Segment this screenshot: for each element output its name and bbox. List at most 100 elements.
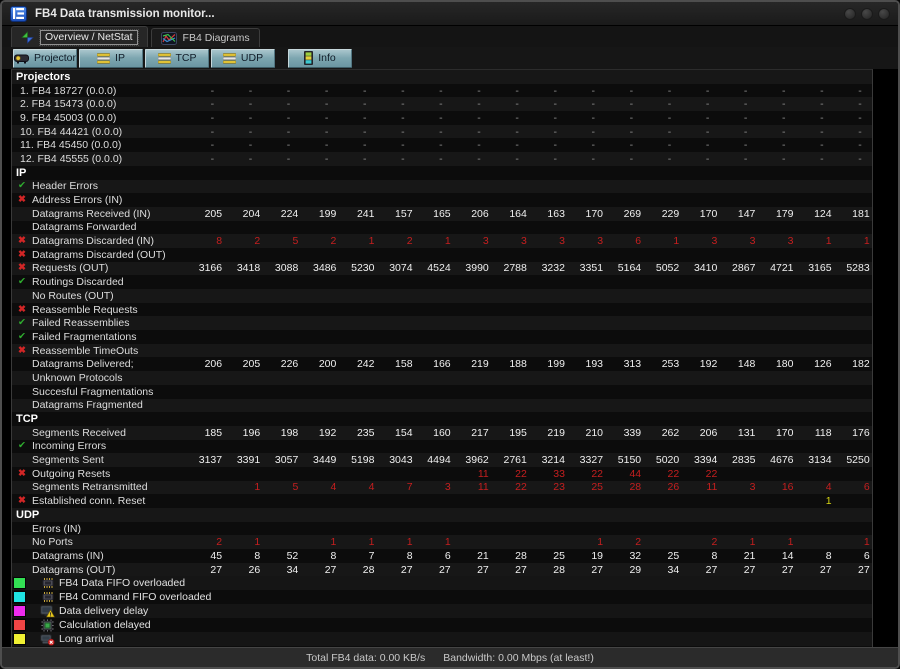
value-cell: 170 xyxy=(755,427,793,439)
tcp-button[interactable]: TCP xyxy=(145,49,209,68)
value-cell: - xyxy=(290,153,328,165)
value-cell: 181 xyxy=(832,208,870,220)
legend-label: Data delivery delay xyxy=(59,605,148,617)
value-cell: 21 xyxy=(451,550,489,562)
row-label: 2. FB4 15473 (0.0.0) xyxy=(12,98,176,110)
check-icon: ✔ xyxy=(18,181,32,191)
value-cell: 199 xyxy=(527,358,565,370)
value-cell: - xyxy=(405,85,443,97)
value-cell: - xyxy=(214,112,252,124)
value-cell: - xyxy=(786,85,824,97)
value-cell: - xyxy=(824,112,862,124)
stat-row: ✖Address Errors (IN) xyxy=(12,193,872,207)
value-cell: 3 xyxy=(489,235,527,247)
udp-button[interactable]: UDP xyxy=(211,49,275,68)
section-title: TCP xyxy=(12,413,38,425)
value-cell: 14 xyxy=(755,550,793,562)
tab-overview-netstat[interactable]: Overview / NetStat xyxy=(11,26,148,47)
info-button[interactable]: Info xyxy=(288,49,352,68)
value-cell: 28 xyxy=(489,550,527,562)
stat-row: Datagrams (OUT)2726342728272727272827293… xyxy=(12,563,872,577)
value-cell: 1 xyxy=(565,536,603,548)
value-cell: 226 xyxy=(260,358,298,370)
value-cell: 199 xyxy=(298,208,336,220)
value-cell: - xyxy=(328,85,366,97)
button-label: IP xyxy=(115,52,125,64)
value-cell: 27 xyxy=(832,564,870,576)
stat-row: ✖Reassemble Requests xyxy=(12,303,872,317)
value-cell: - xyxy=(824,139,862,151)
value-cell: 6 xyxy=(832,481,870,493)
stat-row: Datagrams Received (IN)20520422419924115… xyxy=(12,207,872,221)
value-cell: 2 xyxy=(603,536,641,548)
value-cell: 3134 xyxy=(794,454,832,466)
value-cell: 3 xyxy=(527,235,565,247)
stat-row: ✔Failed Reassemblies xyxy=(12,316,872,330)
value-cell: - xyxy=(176,139,214,151)
value-cell: - xyxy=(595,98,633,110)
value-cell: 176 xyxy=(832,427,870,439)
value-cell: 180 xyxy=(755,358,793,370)
minimize-button[interactable] xyxy=(844,8,856,20)
maximize-button[interactable] xyxy=(861,8,873,20)
row-label: 11. FB4 45450 (0.0.0) xyxy=(12,139,176,151)
value-cell: 4 xyxy=(298,481,336,493)
cpu-icon xyxy=(39,619,56,632)
title-bar[interactable]: FB4 Data transmission monitor... xyxy=(2,2,898,26)
value-cell: 16 xyxy=(755,481,793,493)
value-cell: - xyxy=(405,98,443,110)
value-cell: 8 xyxy=(184,235,222,247)
value-cell: - xyxy=(252,98,290,110)
legend-item: FB4 Data FIFO overloaded xyxy=(12,576,872,590)
value-cell: - xyxy=(443,112,481,124)
value-cell: - xyxy=(290,126,328,138)
value-cell: 3394 xyxy=(679,454,717,466)
value-cell: 4676 xyxy=(755,454,793,466)
legend-item: FB4 Command FIFO overloaded xyxy=(12,590,872,604)
value-cell: - xyxy=(557,126,595,138)
stat-row: Datagrams Fragmented xyxy=(12,399,872,413)
value-cell: 45 xyxy=(184,550,222,562)
value-cell: 8 xyxy=(222,550,260,562)
value-cell: 52 xyxy=(260,550,298,562)
ip-button[interactable]: IP xyxy=(79,49,143,68)
section-header: IP xyxy=(12,166,872,180)
value-cell: 2835 xyxy=(717,454,755,466)
button-label: UDP xyxy=(241,52,263,64)
stat-row: No Routes (OUT) xyxy=(12,289,872,303)
tab-fb4-diagrams[interactable]: FB4 Diagrams xyxy=(151,28,260,47)
row-label: Failed Reassemblies xyxy=(32,317,184,329)
value-cell: - xyxy=(671,139,709,151)
window-title: FB4 Data transmission monitor... xyxy=(35,8,215,20)
device-error-icon xyxy=(39,633,56,646)
legend-label: Long arrival xyxy=(59,633,114,645)
cross-icon: ✖ xyxy=(18,195,32,205)
value-cell: - xyxy=(405,112,443,124)
legend-item: Long arrival xyxy=(12,632,872,646)
status-bar: Total FB4 data: 0.00 KB/s Bandwidth: 0.0… xyxy=(2,647,898,667)
button-label: Projector xyxy=(34,52,76,64)
value-cell: - xyxy=(747,98,785,110)
value-cell: 3 xyxy=(413,481,451,493)
value-cell: 3 xyxy=(565,235,603,247)
value-cell: 1 xyxy=(717,536,755,548)
value-cell: - xyxy=(481,85,519,97)
value-cell: - xyxy=(671,153,709,165)
value-cell: 2867 xyxy=(717,262,755,274)
stat-row: ✔Routings Discarded xyxy=(12,275,872,289)
stat-row: No Ports211111122111 xyxy=(12,535,872,549)
projector-button[interactable]: Projector xyxy=(13,49,77,68)
value-cell: 5020 xyxy=(641,454,679,466)
legend-label: FB4 Command FIFO overloaded xyxy=(59,591,211,603)
value-cell: 1 xyxy=(374,536,412,548)
value-cell: 3088 xyxy=(260,262,298,274)
value-cell: - xyxy=(443,85,481,97)
stat-row: Datagrams Forwarded xyxy=(12,221,872,235)
value-cell: - xyxy=(557,112,595,124)
value-cell: 163 xyxy=(527,208,565,220)
row-label: Reassemble Requests xyxy=(32,304,184,316)
close-button[interactable] xyxy=(878,8,890,20)
value-cell: - xyxy=(290,85,328,97)
value-cell: 21 xyxy=(717,550,755,562)
row-label: Datagrams (OUT) xyxy=(32,564,184,576)
